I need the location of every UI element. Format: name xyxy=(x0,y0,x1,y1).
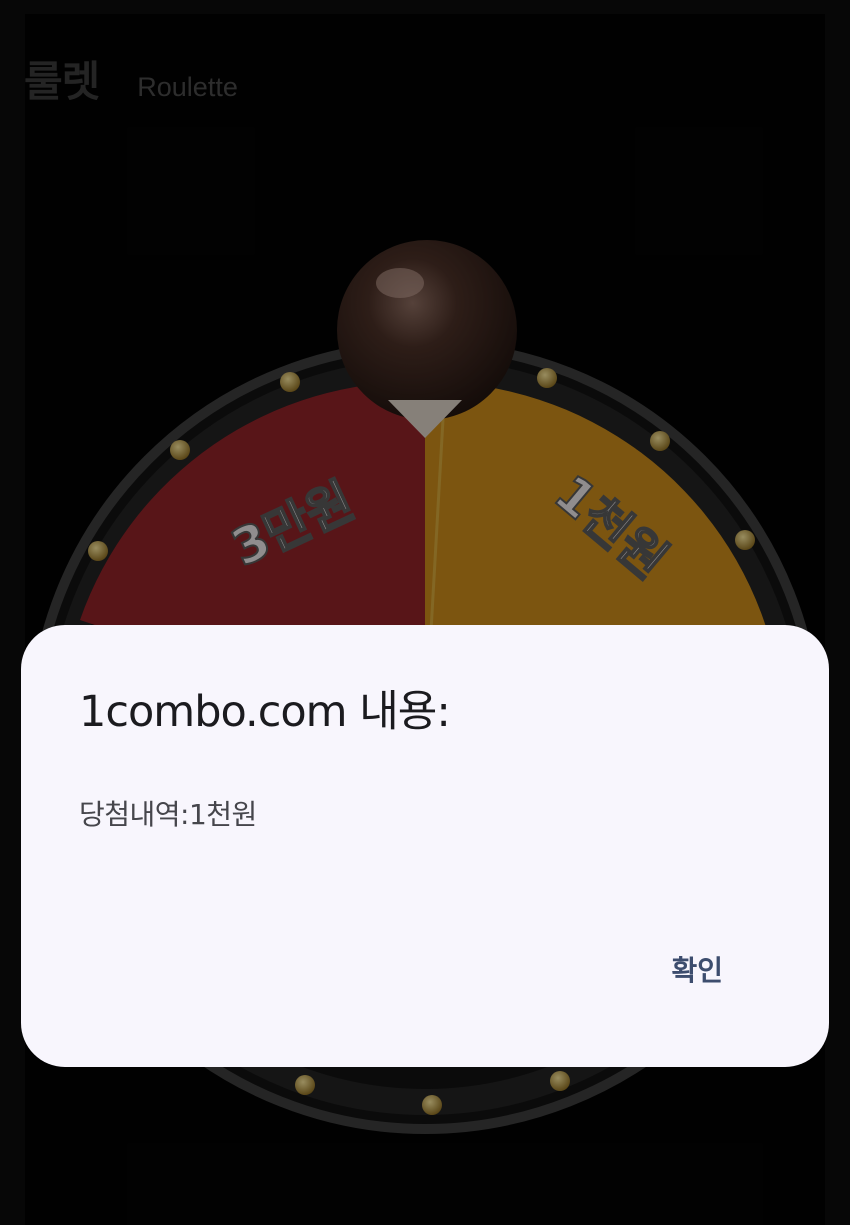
alert-dialog: 1combo.com 내용: 당첨내역:1천원 확인 xyxy=(21,625,829,1067)
screen: 룰렛 Roulette 3만원 1천원 1combo.com 내용: 당첨내역:… xyxy=(0,0,850,1225)
dialog-title: 1combo.com 내용: xyxy=(79,687,451,737)
dialog-message: 당첨내역:1천원 xyxy=(79,798,257,831)
confirm-button[interactable]: 확인 xyxy=(661,943,733,995)
